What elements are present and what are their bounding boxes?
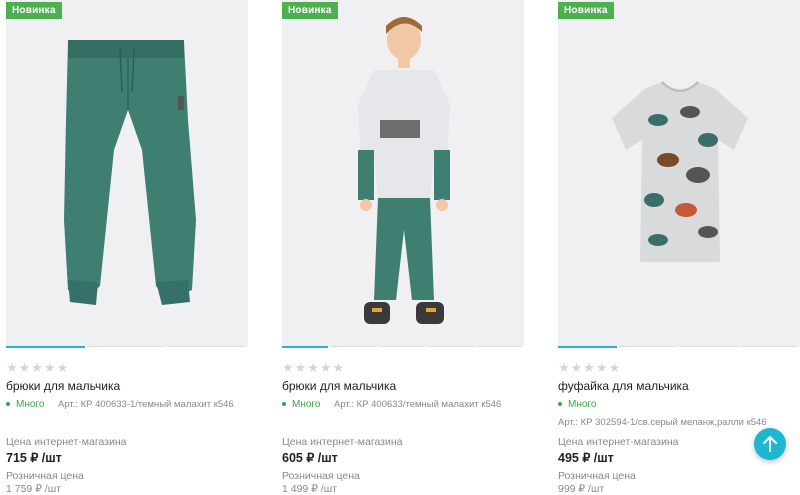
online-price: 715 ₽ /шт: [6, 451, 62, 465]
product-image[interactable]: Новинка: [6, 0, 248, 346]
stock-dot-icon: [6, 402, 10, 407]
arrow-up-icon: [763, 436, 777, 452]
trousers-image: [6, 0, 248, 346]
stock-label: Много: [292, 399, 321, 410]
online-price-label: Цена интернет-магазина: [558, 436, 679, 448]
scroll-to-top-button[interactable]: [754, 428, 786, 460]
slider-dot[interactable]: [6, 346, 85, 348]
rating-stars[interactable]: ★★★★★: [6, 360, 69, 376]
stock-dot-icon: [282, 402, 286, 407]
rating-stars[interactable]: ★★★★★: [282, 360, 345, 376]
image-slider-indicator[interactable]: [282, 346, 524, 348]
retail-price: 1 499 ₽ /шт: [282, 483, 337, 495]
stock-status: Много: [558, 399, 596, 410]
product-title[interactable]: брюки для мальчика: [282, 379, 396, 393]
product-image[interactable]: Новинка: [558, 0, 800, 346]
slider-dot[interactable]: [618, 346, 677, 347]
product-title[interactable]: брюки для мальчика: [6, 379, 120, 393]
online-price-label: Цена интернет-магазина: [6, 436, 127, 448]
new-badge: Новинка: [558, 2, 614, 19]
new-badge: Новинка: [6, 2, 62, 19]
product-card[interactable]: Новинка ★★★★★ брюки для мальчика Много А…: [282, 0, 532, 495]
tshirt-image: [558, 0, 800, 346]
slider-dot[interactable]: [427, 346, 474, 347]
retail-price: 999 ₽ /шт: [558, 483, 605, 495]
product-grid: Новинка ★★★★★ брюки для мальчика Много А…: [0, 0, 800, 495]
product-title[interactable]: фуфайка для мальчика: [558, 379, 689, 393]
slider-dot[interactable]: [378, 346, 426, 347]
slider-dot[interactable]: [86, 346, 166, 347]
slider-dot[interactable]: [475, 346, 523, 347]
retail-price: 1 759 ₽ /шт: [6, 483, 61, 495]
rating-stars[interactable]: ★★★★★: [558, 360, 621, 376]
article-number: Арт.: КР 400633-1/темный малахит к546: [58, 399, 234, 410]
product-card[interactable]: Новинка ★★★★★ брюки для мальчика Много А…: [6, 0, 256, 495]
stock-label: Много: [16, 399, 45, 410]
stock-dot-icon: [558, 402, 562, 407]
boy-model-image: [282, 0, 524, 346]
retail-price-label: Розничная цена: [6, 470, 84, 482]
product-image[interactable]: Новинка: [282, 0, 524, 346]
slider-dot[interactable]: [167, 346, 247, 347]
slider-dot[interactable]: [739, 346, 798, 347]
slider-dot[interactable]: [282, 346, 329, 348]
article-number: Арт.: КР 400633/темный малахит к546: [334, 399, 502, 410]
online-price: 605 ₽ /шт: [282, 451, 338, 465]
retail-price-label: Розничная цена: [558, 470, 636, 482]
stock-status: Много: [6, 399, 44, 410]
retail-price-label: Розничная цена: [282, 470, 360, 482]
slider-dot[interactable]: [679, 346, 738, 347]
online-price: 495 ₽ /шт: [558, 451, 614, 465]
image-slider-indicator[interactable]: [558, 346, 800, 348]
online-price-label: Цена интернет-магазина: [282, 436, 403, 448]
stock-label: Много: [568, 399, 597, 410]
image-slider-indicator[interactable]: [6, 346, 248, 348]
new-badge: Новинка: [282, 2, 338, 19]
article-number: Арт.: КР 302594-1/св.серый меланж,ралли …: [558, 417, 767, 428]
slider-dot[interactable]: [330, 346, 377, 347]
product-card[interactable]: Новинка ★★★★★ фуфайка для мальчика Много…: [558, 0, 800, 495]
stock-status: Много: [282, 399, 320, 410]
slider-dot[interactable]: [558, 346, 617, 348]
